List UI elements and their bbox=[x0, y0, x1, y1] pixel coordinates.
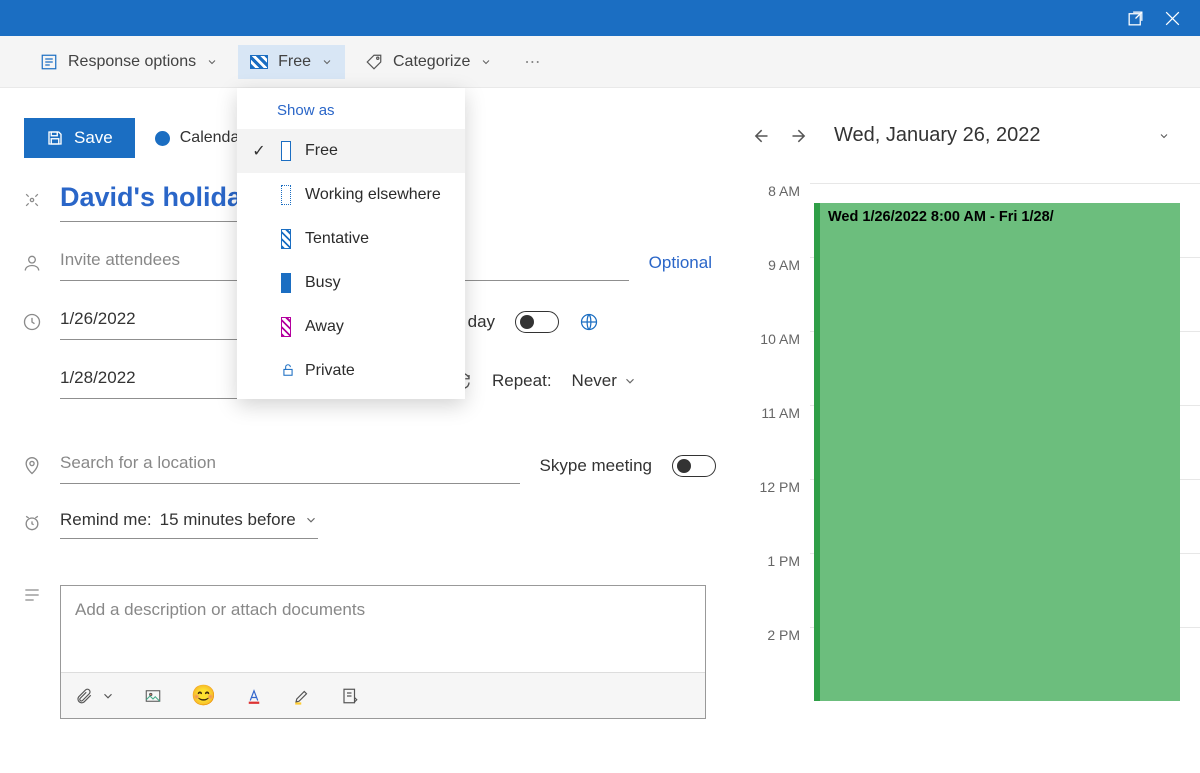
reminder-icon bbox=[18, 513, 60, 533]
reminder-selector[interactable]: Remind me: 15 minutes before bbox=[60, 506, 318, 539]
day-preview: Wed, January 26, 2022 Wed 1/26/2022 8:00… bbox=[740, 124, 1200, 719]
next-day-icon[interactable] bbox=[790, 126, 810, 146]
tag-icon bbox=[365, 53, 383, 71]
show-as-option-private[interactable]: Private bbox=[237, 349, 465, 393]
show-as-option-away[interactable]: Away bbox=[237, 305, 465, 349]
reminder-value: 15 minutes before bbox=[160, 510, 296, 530]
more-button[interactable]: ⋯ bbox=[512, 44, 554, 80]
show-as-icon bbox=[250, 55, 268, 69]
calendar-color-dot bbox=[155, 131, 170, 146]
optional-attendees-link[interactable]: Optional bbox=[649, 253, 712, 273]
option-label: Away bbox=[305, 318, 344, 336]
response-options-icon bbox=[40, 53, 58, 71]
show-as-option-working-elsewhere[interactable]: Working elsewhere bbox=[237, 173, 465, 217]
highlight-icon[interactable] bbox=[292, 687, 312, 705]
chevron-down-icon bbox=[304, 513, 318, 527]
show-as-dropdown: Show as ✓ Free Working elsewhere Tentative B… bbox=[237, 88, 465, 399]
popout-icon[interactable] bbox=[1126, 9, 1145, 28]
dropdown-header: Show as bbox=[237, 92, 465, 129]
window-title-bar bbox=[0, 0, 1200, 36]
description-box: Add a description or attach documents 😊 bbox=[60, 585, 706, 719]
all-day-toggle[interactable] bbox=[515, 311, 559, 333]
description-input[interactable]: Add a description or attach documents bbox=[61, 586, 705, 672]
show-as-option-busy[interactable]: Busy bbox=[237, 261, 465, 305]
chevron-down-icon[interactable] bbox=[1158, 130, 1170, 142]
people-icon bbox=[18, 253, 60, 273]
hour-label: 8 AM bbox=[750, 183, 810, 199]
save-label: Save bbox=[74, 128, 113, 148]
categorize-button[interactable]: Categorize bbox=[353, 45, 504, 79]
option-label: Busy bbox=[305, 274, 341, 292]
emoji-icon[interactable]: 😊 bbox=[191, 683, 216, 708]
response-options-button[interactable]: Response options bbox=[28, 45, 230, 79]
chevron-down-icon bbox=[206, 56, 218, 68]
ellipsis-icon: ⋯ bbox=[524, 52, 542, 72]
repeat-selector[interactable]: Never bbox=[572, 371, 637, 391]
hour-line bbox=[810, 183, 1200, 184]
skype-toggle[interactable] bbox=[672, 455, 716, 477]
clock-icon bbox=[18, 312, 60, 332]
status-swatch bbox=[281, 361, 291, 381]
description-icon bbox=[18, 579, 60, 605]
timezone-icon[interactable] bbox=[579, 312, 599, 332]
categorize-label: Categorize bbox=[393, 53, 470, 71]
hour-label: 11 AM bbox=[750, 405, 810, 421]
show-as-button[interactable]: Free bbox=[238, 45, 345, 79]
charm-icon[interactable] bbox=[18, 190, 60, 210]
start-date-input[interactable]: 1/26/2022 bbox=[60, 303, 240, 340]
close-icon[interactable] bbox=[1163, 9, 1182, 28]
status-swatch bbox=[281, 229, 291, 249]
chevron-down-icon bbox=[480, 56, 492, 68]
event-block[interactable]: Wed 1/26/2022 8:00 AM - Fri 1/28/ bbox=[814, 203, 1180, 701]
preview-date-label: Wed, January 26, 2022 bbox=[834, 124, 1040, 147]
chevron-down-icon bbox=[321, 56, 333, 68]
insert-icon[interactable] bbox=[340, 687, 360, 705]
status-swatch bbox=[281, 317, 291, 337]
skype-label: Skype meeting bbox=[540, 456, 652, 476]
location-icon bbox=[18, 456, 60, 476]
status-swatch bbox=[281, 141, 291, 161]
repeat-value: Never bbox=[572, 371, 617, 391]
start-date-value: 1/26/2022 bbox=[60, 309, 136, 329]
font-color-icon[interactable] bbox=[244, 687, 264, 705]
hour-label: 9 AM bbox=[750, 257, 810, 273]
hour-label: 1 PM bbox=[750, 553, 810, 569]
option-label: Tentative bbox=[305, 230, 369, 248]
chevron-down-icon bbox=[623, 374, 637, 388]
hour-grid: Wed 1/26/2022 8:00 AM - Fri 1/28/ 8 AM 9 … bbox=[740, 183, 1200, 701]
event-summary: Wed 1/26/2022 8:00 AM - Fri 1/28/ bbox=[828, 209, 1054, 225]
command-bar: Response options Free Categorize ⋯ bbox=[0, 36, 1200, 88]
option-label: Private bbox=[305, 362, 355, 380]
status-swatch bbox=[281, 185, 291, 205]
prev-day-icon[interactable] bbox=[750, 126, 770, 146]
attach-icon[interactable] bbox=[75, 687, 93, 705]
calendar-name-label: Calendar bbox=[180, 129, 245, 147]
option-label: Working elsewhere bbox=[305, 186, 441, 204]
calendar-selector[interactable]: Calendar bbox=[155, 129, 245, 147]
show-as-option-free[interactable]: ✓ Free bbox=[237, 129, 465, 173]
hour-label: 2 PM bbox=[750, 627, 810, 643]
status-swatch bbox=[281, 273, 291, 293]
save-button[interactable]: Save bbox=[24, 118, 135, 158]
option-label: Free bbox=[305, 142, 338, 160]
chevron-down-icon[interactable] bbox=[101, 689, 115, 703]
repeat-label: Repeat: bbox=[492, 371, 552, 391]
show-as-option-tentative[interactable]: Tentative bbox=[237, 217, 465, 261]
check-icon: ✓ bbox=[251, 141, 267, 161]
image-icon[interactable] bbox=[143, 687, 163, 705]
show-as-label: Free bbox=[278, 53, 311, 71]
format-toolbar: 😊 bbox=[61, 672, 705, 718]
save-icon bbox=[46, 129, 64, 147]
reminder-label: Remind me: bbox=[60, 510, 152, 530]
location-input[interactable]: Search for a location bbox=[60, 447, 520, 484]
hour-label: 10 AM bbox=[750, 331, 810, 347]
hour-label: 12 PM bbox=[750, 479, 810, 495]
response-options-label: Response options bbox=[68, 53, 196, 71]
end-date-value: 1/28/2022 bbox=[60, 368, 136, 388]
